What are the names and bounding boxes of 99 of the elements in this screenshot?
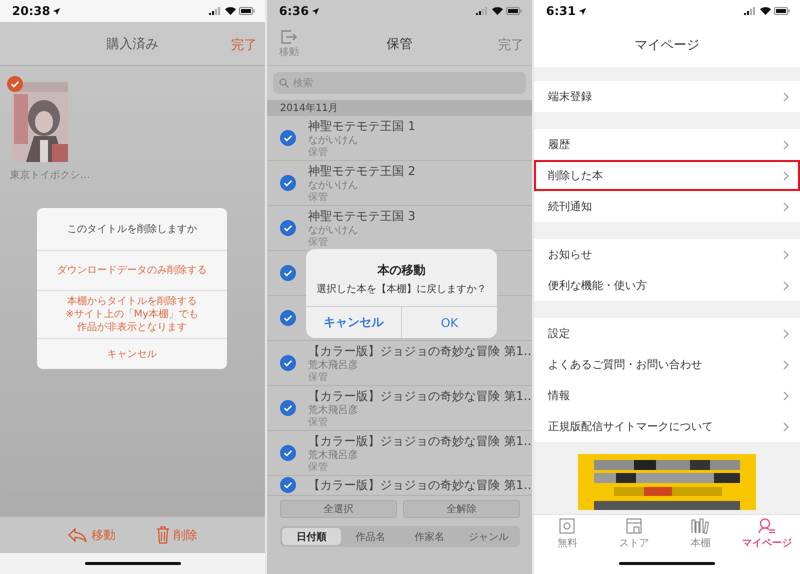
book-title: 神聖モテモテ王国 3: [308, 208, 416, 226]
book-author: 荒木飛呂彦: [308, 405, 359, 417]
screen-title: 購入済み: [106, 36, 158, 52]
location-arrow-icon: [53, 8, 60, 14]
menu-item[interactable]: 設定: [534, 318, 800, 349]
menu-item[interactable]: よくあるご質問・お問い合わせ: [534, 349, 800, 380]
dialog-message: このタイトルを削除しますか: [37, 208, 227, 251]
dialog-option[interactable]: キャンセル: [37, 339, 227, 369]
book-status: 保管: [308, 416, 329, 428]
store-icon: [626, 518, 642, 534]
done-button[interactable]: 完了: [498, 36, 524, 54]
tab-bar-item[interactable]: 本棚: [667, 515, 734, 553]
book-author: ながいけん: [308, 225, 359, 237]
book-title: 神聖モテモテ王国 2: [308, 163, 416, 180]
sort-tab[interactable]: ジャンル: [459, 528, 518, 545]
checkmark-icon[interactable]: [280, 220, 296, 236]
move-button[interactable]: 移動: [68, 526, 116, 544]
menu-item[interactable]: 便利な機能・使い方: [534, 270, 800, 301]
book-caption: 東京トイボクシ…: [10, 168, 90, 182]
screen-title: 保管: [386, 36, 412, 52]
checkmark-icon[interactable]: [280, 445, 296, 461]
dialog-button[interactable]: キャンセル: [306, 307, 401, 338]
wifi-icon: [492, 7, 503, 15]
wifi-icon: [225, 7, 236, 15]
action-button[interactable]: 全解除: [403, 500, 520, 518]
battery-icon: [239, 7, 255, 15]
delete-button[interactable]: 削除: [156, 526, 198, 544]
checkmark-icon[interactable]: [280, 477, 296, 493]
move-button[interactable]: 移動: [279, 30, 299, 59]
book-author: 荒木飛呂彦: [308, 360, 359, 372]
signal-icon: [476, 7, 489, 15]
battery-icon: [774, 7, 790, 15]
checkmark-icon[interactable]: [280, 265, 296, 281]
chevron-icon: [783, 360, 789, 370]
person-icon: [758, 518, 776, 534]
dialog-option[interactable]: ダウンロードデータのみ削除する: [37, 251, 227, 291]
location-arrow-icon: [578, 8, 586, 14]
dialog-button[interactable]: OK: [401, 307, 497, 338]
location-arrow-icon: [312, 8, 319, 14]
menu-item[interactable]: 続刊通知: [534, 191, 800, 222]
tab-bar-item[interactable]: 無料: [534, 515, 600, 553]
chevron-icon: [783, 280, 789, 290]
chevron-icon: [783, 422, 789, 432]
chevron-icon: [783, 390, 789, 400]
tab-bar-item[interactable]: マイページ: [734, 515, 800, 553]
chevron-icon: [783, 140, 789, 150]
menu-item[interactable]: 情報: [534, 380, 800, 411]
signal-icon: [744, 7, 757, 15]
book-title: 【カラー版】ジョジョの奇妙な冒険 第1…: [308, 343, 532, 360]
coin-box-icon: [559, 518, 576, 534]
status-time: 6:31: [546, 4, 576, 18]
checkmark-icon[interactable]: [280, 130, 296, 146]
sort-tab[interactable]: 日付順: [282, 528, 341, 545]
book-title: 【カラー版】ジョジョの奇妙な冒険 第1…: [308, 433, 532, 450]
dialog-title: 本の移動: [378, 262, 426, 279]
book-author: ながいけん: [308, 135, 359, 147]
menu-item[interactable]: 端末登録: [534, 81, 800, 112]
book-status: 保管: [308, 236, 329, 248]
menu-item[interactable]: 正規版配信サイトマークについて: [534, 411, 800, 442]
search-icon: [279, 78, 289, 88]
sort-tab[interactable]: 作家名: [400, 528, 459, 545]
book-status: 保管: [308, 462, 329, 473]
signal-icon: [209, 7, 222, 15]
chevron-icon: [783, 250, 789, 260]
battery-icon: [506, 7, 522, 15]
menu-item[interactable]: 削除した本: [534, 160, 800, 191]
chevron-icon: [783, 202, 789, 212]
checkmark-icon[interactable]: [280, 175, 296, 191]
books-icon: [691, 518, 710, 534]
export-icon: [281, 30, 297, 44]
screen-title: マイページ: [634, 36, 700, 54]
reply-arrow-icon: [68, 528, 88, 542]
dialog-message: 選択した本を【本棚】に戻しますか？: [316, 282, 486, 296]
chevron-icon: [783, 92, 789, 102]
wifi-icon: [760, 7, 771, 15]
sort-tab[interactable]: 作品名: [341, 528, 400, 545]
book-author: ながいけん: [308, 180, 359, 192]
book-title: 【カラー版】ジョジョの奇妙な冒険 第1…: [308, 476, 532, 494]
book-author: 荒木飛呂彦: [308, 450, 359, 462]
checkmark-icon[interactable]: [280, 310, 296, 326]
status-time: 20:38: [12, 4, 50, 18]
chevron-icon: [783, 328, 789, 338]
chevron-icon: [783, 170, 789, 180]
done-button[interactable]: 完了: [231, 36, 257, 54]
checkmark-icon[interactable]: [280, 400, 296, 416]
book-status: 保管: [308, 146, 329, 158]
checkmark-icon[interactable]: [280, 355, 296, 371]
menu-item[interactable]: お知らせ: [534, 239, 800, 270]
menu-item[interactable]: 履歴: [534, 129, 800, 160]
status-time: 6:36: [279, 4, 309, 18]
trash-icon: [156, 526, 170, 544]
book-status: 保管: [308, 192, 329, 203]
book-title: 【カラー版】ジョジョの奇妙な冒険 第1…: [308, 388, 532, 404]
book-status: 保管: [308, 372, 329, 383]
section-header: 2014年11月: [267, 100, 532, 116]
dialog-option[interactable]: 本棚からタイトルを削除する ※サイト上の「My本棚」でも 作品が非表示となります: [37, 291, 227, 339]
book-title: 神聖モテモテ王国 1: [308, 118, 416, 136]
action-button[interactable]: 全選択: [280, 500, 397, 518]
tab-bar-item[interactable]: ストア: [600, 515, 667, 553]
